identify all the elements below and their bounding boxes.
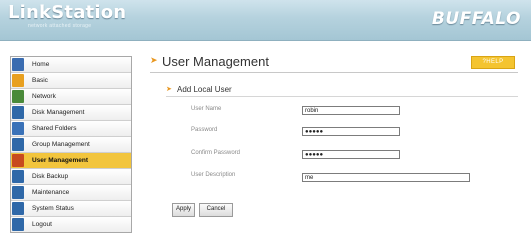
title-divider	[150, 72, 518, 73]
section-divider	[166, 96, 518, 97]
sidebar-item-logout[interactable]: Logout	[11, 217, 131, 232]
user-name-label: User Name	[191, 106, 222, 112]
sidebar-item-label: Maintenance	[32, 189, 70, 196]
confirm-password-label: Confirm Password	[191, 150, 241, 156]
user-description-label: User Description	[191, 172, 236, 178]
home-icon	[12, 58, 24, 71]
buffalo-logo: BUFFALO	[431, 9, 521, 29]
password-input[interactable]: ●●●●●	[302, 127, 400, 136]
logout-icon	[12, 218, 24, 231]
sidebar-nav: Home Basic Network Disk Management Shared Fo…	[10, 56, 132, 233]
sidebar-item-disk-backup[interactable]: Disk Backup	[11, 169, 131, 185]
sidebar-item-basic[interactable]: Basic	[11, 73, 131, 89]
page-title-bullet-icon: ➤	[150, 55, 158, 65]
confirm-password-input[interactable]: ●●●●●	[302, 150, 400, 159]
sidebar-item-label: Network	[32, 93, 56, 100]
maintenance-icon	[12, 186, 24, 199]
network-icon	[12, 90, 24, 103]
sidebar-item-label: Disk Management	[32, 109, 85, 116]
brand-subtitle: network attached storage	[28, 23, 92, 29]
user-description-input[interactable]: me	[302, 173, 470, 182]
sidebar-item-network[interactable]: Network	[11, 89, 131, 105]
sidebar-item-label: Basic	[32, 77, 48, 84]
sidebar-item-group-management[interactable]: Group Management	[11, 137, 131, 153]
sidebar-item-label: Group Management	[32, 141, 90, 148]
sidebar-item-label: Shared Folders	[32, 125, 77, 132]
section-bullet-icon: ➤	[166, 86, 172, 93]
sidebar-item-disk-management[interactable]: Disk Management	[11, 105, 131, 121]
sidebar-item-label: Home	[32, 61, 50, 68]
help-button[interactable]: ?HELP	[471, 56, 515, 69]
apply-button[interactable]: Apply	[172, 203, 195, 217]
user-management-icon	[12, 154, 24, 167]
sidebar-item-system-status[interactable]: System Status	[11, 201, 131, 217]
user-name-input[interactable]: robin	[302, 106, 400, 115]
sidebar-item-label: Logout	[32, 221, 52, 228]
cancel-button[interactable]: Cancel	[199, 203, 233, 217]
disk-backup-icon	[12, 170, 24, 183]
sidebar-item-label: Disk Backup	[32, 173, 69, 180]
system-status-icon	[12, 202, 24, 215]
sidebar-item-maintenance[interactable]: Maintenance	[11, 185, 131, 201]
app-header: LinkStation network attached storage BUF…	[0, 0, 531, 41]
section-title: Add Local User	[177, 85, 232, 94]
basic-icon	[12, 74, 24, 87]
group-management-icon	[12, 138, 24, 151]
shared-folders-icon	[12, 122, 24, 135]
page-title: User Management	[162, 54, 269, 69]
sidebar-item-label: System Status	[32, 205, 74, 212]
sidebar-item-shared-folders[interactable]: Shared Folders	[11, 121, 131, 137]
page-title-row: ➤ User Management ?HELP	[150, 53, 518, 71]
sidebar-item-label: User Management	[32, 157, 88, 164]
sidebar-item-home[interactable]: Home	[11, 57, 131, 73]
password-label: Password	[191, 127, 218, 133]
sidebar-item-user-management[interactable]: User Management	[11, 153, 131, 169]
disk-management-icon	[12, 106, 24, 119]
linkstation-logo: LinkStation network attached storage	[8, 2, 127, 30]
brand-title: LinkStation	[8, 2, 127, 23]
